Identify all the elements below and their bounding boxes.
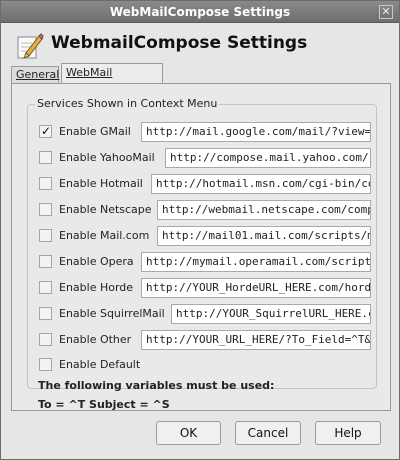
gmail-url-input[interactable]: http://mail.google.com/mail/?view=cm&fs=… bbox=[141, 122, 371, 142]
gmail-checkbox[interactable] bbox=[39, 124, 52, 138]
tab-general-label: General bbox=[16, 68, 60, 81]
hotmail-url-input[interactable]: http://hotmail.msn.com/cgi-bin/compose bbox=[151, 174, 371, 194]
hotmail-checkbox[interactable] bbox=[39, 177, 52, 190]
yahoomail-url-input[interactable]: http://compose.mail.yahoo.com/?To= bbox=[165, 148, 371, 168]
other-url-input[interactable]: http://YOUR_URL_HERE/?To_Field=^T&Su bbox=[141, 330, 371, 350]
horde-url-input[interactable]: http://YOUR_HordeURL_HERE.com/horde bbox=[141, 278, 371, 298]
help-button[interactable]: Help bbox=[315, 421, 381, 445]
squirrelmail-url-input[interactable]: http://YOUR_SquirrelURL_HERE.com bbox=[171, 304, 371, 324]
close-icon[interactable]: ✕ bbox=[379, 5, 393, 19]
opera-checkbox[interactable] bbox=[39, 255, 52, 268]
default-checkbox[interactable] bbox=[39, 358, 52, 371]
squirrelmail-checkbox[interactable] bbox=[39, 307, 52, 320]
other-checkbox[interactable] bbox=[39, 333, 52, 346]
group-label: Services Shown in Context Menu bbox=[35, 97, 220, 110]
mailcom-url-input[interactable]: http://mail01.mail.com/scripts/mail/c bbox=[157, 226, 371, 246]
variables-note: The following variables must be used: bbox=[38, 379, 275, 392]
horde-checkbox[interactable] bbox=[39, 281, 52, 294]
settings-dialog: WebMailCompose Settings ✕ WebmailCompose… bbox=[0, 0, 400, 460]
default-label[interactable]: Enable Default bbox=[59, 358, 140, 371]
opera-url-input[interactable]: http://mymail.operamail.com/scripts/ma bbox=[141, 252, 371, 272]
gmail-label[interactable]: Enable GMail bbox=[59, 125, 131, 138]
netscape-checkbox[interactable] bbox=[39, 203, 52, 216]
yahoomail-label[interactable]: Enable YahooMail bbox=[59, 151, 155, 164]
yahoomail-checkbox[interactable] bbox=[39, 151, 52, 164]
netscape-label[interactable]: Enable Netscape bbox=[59, 203, 152, 216]
page-title: WebmailCompose Settings bbox=[51, 33, 308, 53]
mailcom-label[interactable]: Enable Mail.com bbox=[59, 229, 149, 242]
mailcom-checkbox[interactable] bbox=[39, 229, 52, 242]
horde-label[interactable]: Enable Horde bbox=[59, 281, 133, 294]
tab-general[interactable]: General bbox=[11, 66, 59, 83]
opera-label[interactable]: Enable Opera bbox=[59, 255, 134, 268]
ok-button[interactable]: OK bbox=[156, 421, 221, 445]
other-label[interactable]: Enable Other bbox=[59, 333, 131, 346]
variables-list: To = ^T Subject = ^S bbox=[38, 398, 170, 411]
tab-webmail-services[interactable]: WebMail Services bbox=[61, 63, 163, 97]
title-bar[interactable]: WebMailCompose Settings ✕ bbox=[1, 1, 399, 23]
hotmail-label[interactable]: Enable Hotmail bbox=[59, 177, 143, 190]
pencil-icon bbox=[17, 33, 44, 59]
window-title: WebMailCompose Settings bbox=[109, 5, 291, 19]
squirrelmail-label[interactable]: Enable SquirrelMail bbox=[59, 307, 165, 320]
cancel-button[interactable]: Cancel bbox=[235, 421, 301, 445]
netscape-url-input[interactable]: http://webmail.netscape.com/compose bbox=[157, 200, 371, 220]
